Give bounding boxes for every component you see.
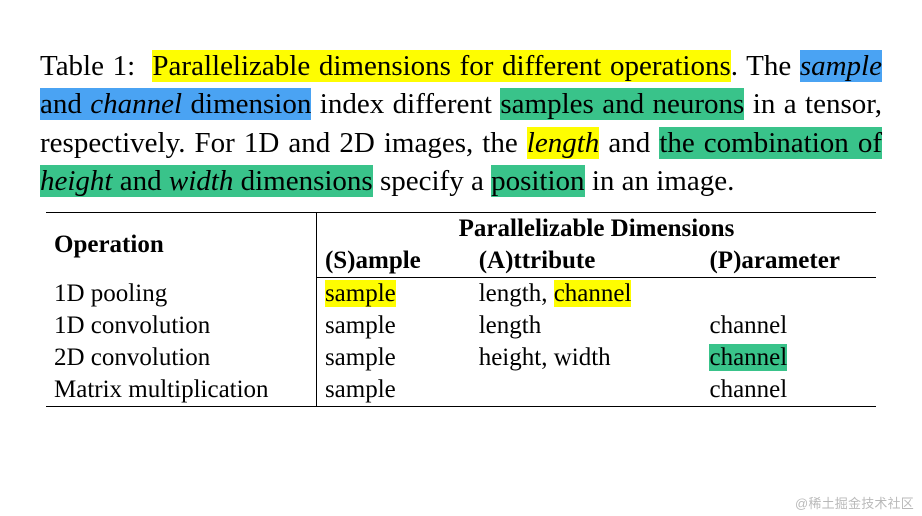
cell-operation: 1D convolution bbox=[46, 310, 316, 342]
cell-attribute bbox=[471, 374, 702, 407]
col-sample: (S)ample bbox=[316, 245, 470, 278]
caption-and1: and bbox=[40, 88, 90, 120]
caption-and2: and bbox=[599, 127, 659, 159]
parallel-dims-table: Operation Parallelizable Dimensions (S)a… bbox=[46, 212, 876, 407]
caption-title-highlight: Parallelizable dimensions for different … bbox=[152, 50, 730, 82]
cell-operation: 1D pooling bbox=[46, 278, 316, 311]
col-attribute: (A)ttribute bbox=[471, 245, 702, 278]
italic-width: width bbox=[169, 165, 233, 197]
cell-operation: Matrix multiplication bbox=[46, 374, 316, 407]
cell-sample: sample bbox=[316, 374, 470, 407]
cell-attribute: length, channel bbox=[471, 278, 702, 311]
combo3: dimensions bbox=[233, 165, 372, 197]
table-row: Matrix multiplication sample channel bbox=[46, 374, 876, 407]
col-parameter: (P)arameter bbox=[701, 245, 876, 278]
cell-sample: sample bbox=[316, 342, 470, 374]
cell-attribute: length bbox=[471, 310, 702, 342]
cell-sample: sample bbox=[316, 278, 470, 311]
attr-pre: length, bbox=[479, 280, 554, 307]
table-head: Operation Parallelizable Dimensions (S)a… bbox=[46, 213, 876, 278]
caption-label: Table 1: bbox=[40, 50, 135, 82]
cell-parameter bbox=[701, 278, 876, 311]
watermark: @稀土掘金技术社区 bbox=[795, 493, 914, 512]
italic-height: height bbox=[40, 165, 113, 197]
combo1: the combination of bbox=[659, 127, 882, 159]
cell-operation: 2D convolution bbox=[46, 342, 316, 374]
table-row: 1D convolution sample length channel bbox=[46, 310, 876, 342]
cell-parameter: channel bbox=[701, 374, 876, 407]
highlight-position: position bbox=[491, 165, 584, 197]
col-operation: Operation bbox=[46, 213, 316, 278]
cell-parameter: channel bbox=[701, 342, 876, 374]
caption-text: . The bbox=[731, 50, 800, 82]
caption-text5: in an image. bbox=[585, 165, 735, 197]
highlight-length: length bbox=[527, 127, 600, 159]
italic-channel: channel bbox=[90, 88, 182, 120]
page: Table 1: Parallelizable dimensions for d… bbox=[0, 0, 922, 407]
combo2: and bbox=[113, 165, 169, 197]
table-caption: Table 1: Parallelizable dimensions for d… bbox=[40, 47, 882, 200]
table-row: 1D pooling sample length, channel bbox=[46, 278, 876, 311]
table-row: 2D convolution sample height, width chan… bbox=[46, 342, 876, 374]
col-parallel-dims: Parallelizable Dimensions bbox=[316, 213, 876, 246]
dimension-word: dimension bbox=[182, 88, 311, 120]
highlight-channel: channel bbox=[709, 344, 787, 371]
table-body: 1D pooling sample length, channel 1D con… bbox=[46, 278, 876, 407]
highlight-channel: channel bbox=[554, 280, 632, 307]
caption-text2: index different bbox=[311, 88, 500, 120]
cell-sample: sample bbox=[316, 310, 470, 342]
cell-attribute: height, width bbox=[471, 342, 702, 374]
caption-text4: specify a bbox=[373, 165, 491, 197]
cell-parameter: channel bbox=[701, 310, 876, 342]
italic-sample: sample bbox=[800, 50, 882, 82]
highlight-samples-neurons: samples and neurons bbox=[500, 88, 744, 120]
highlight-sample: sample bbox=[325, 280, 396, 307]
